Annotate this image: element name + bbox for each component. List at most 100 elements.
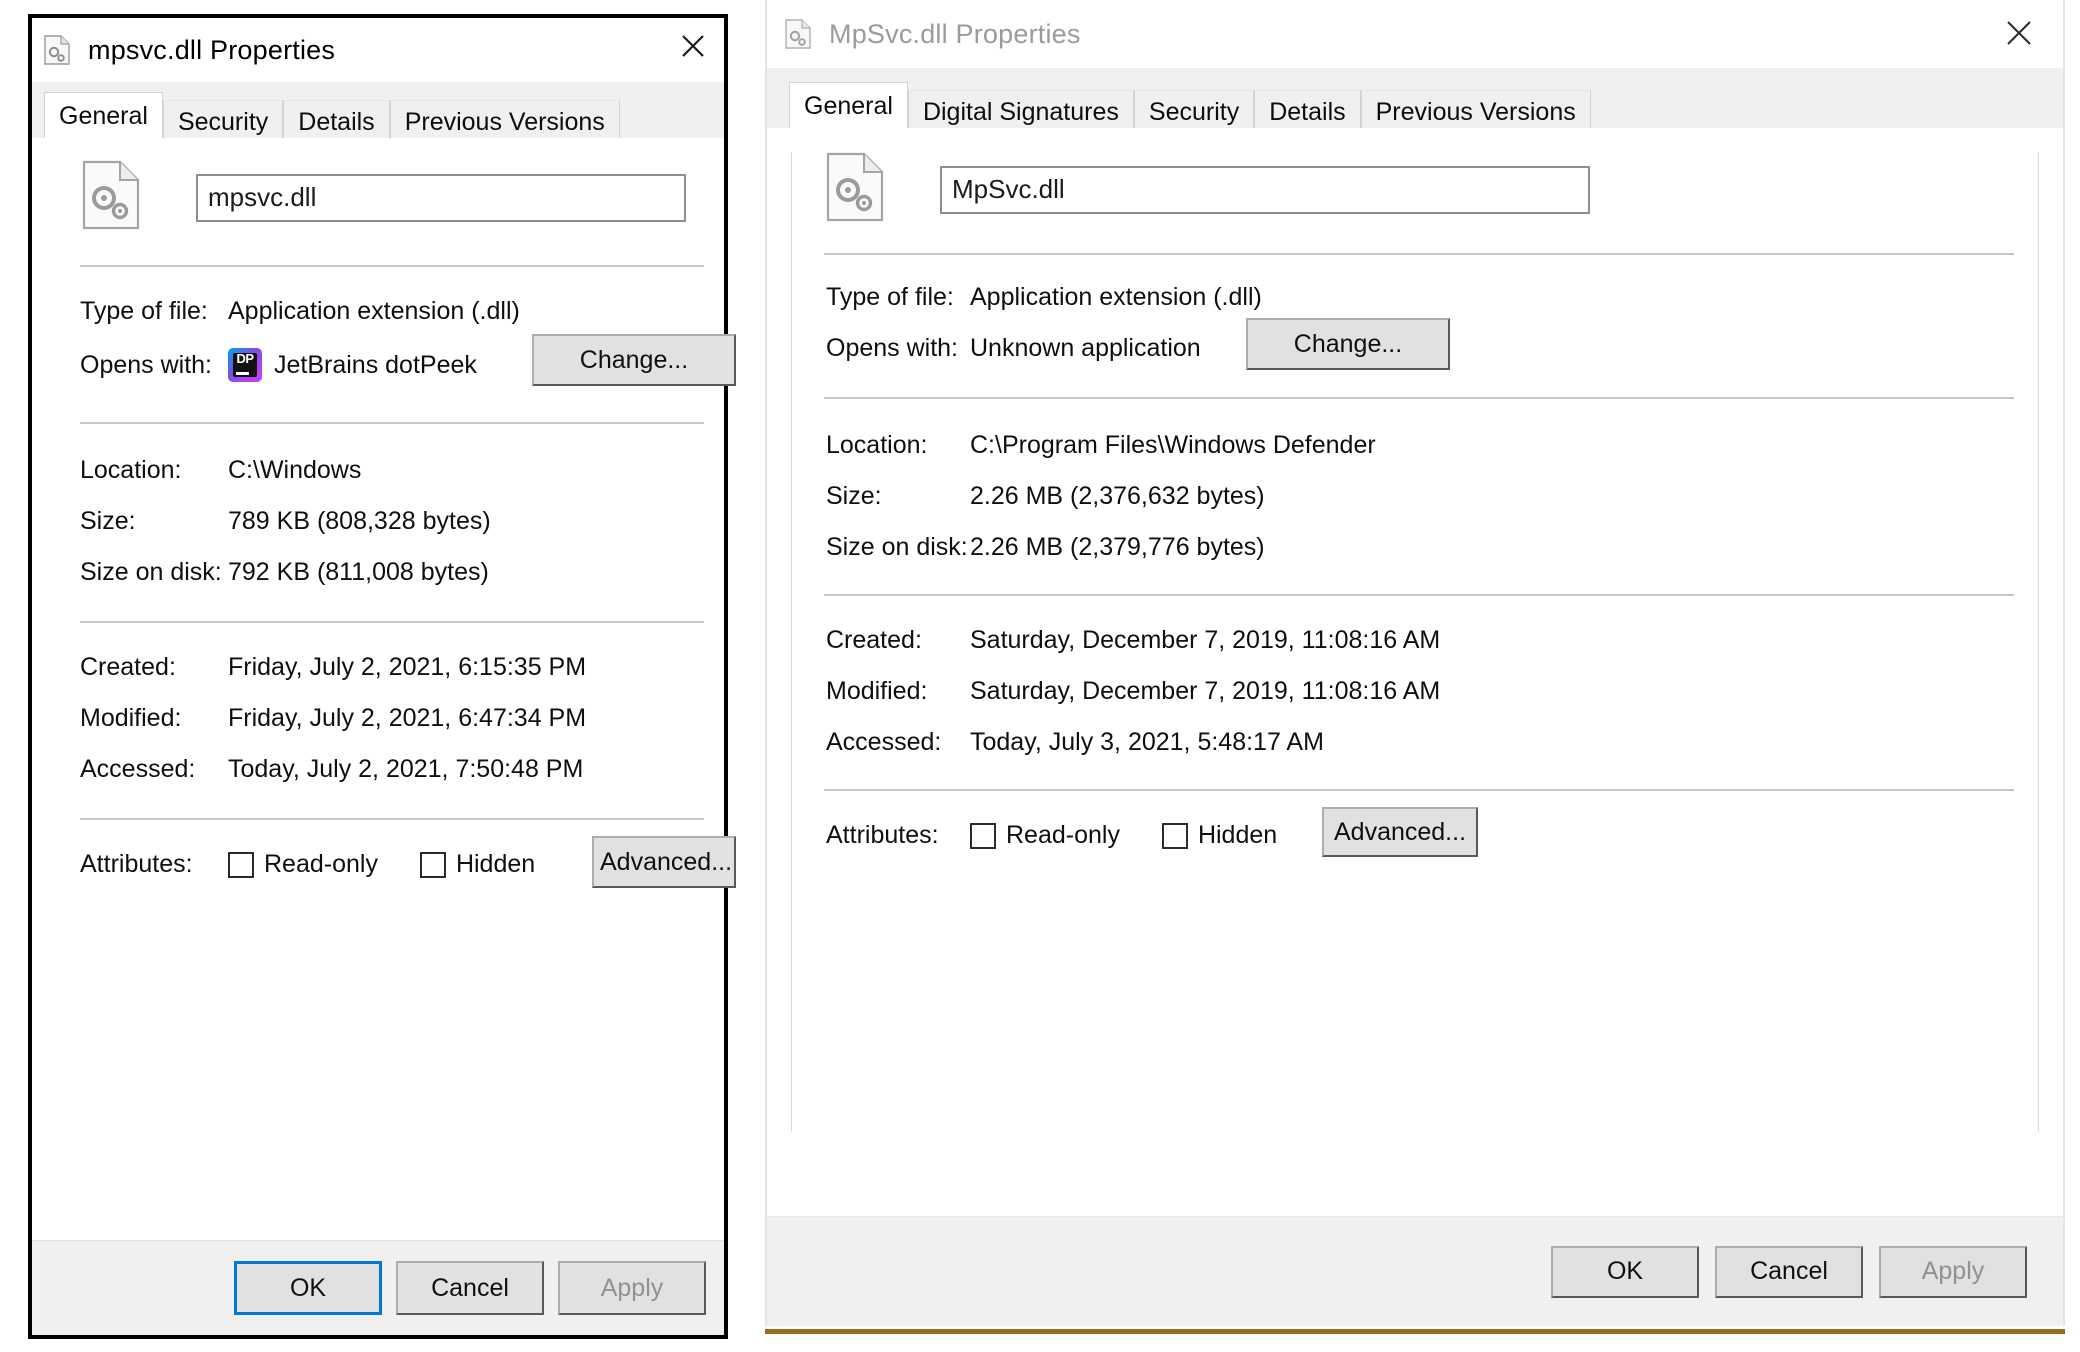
label-accessed: Accessed: xyxy=(826,728,942,756)
label-attributes: Attributes: xyxy=(826,821,939,849)
change-button[interactable]: Change... xyxy=(1246,318,1450,370)
hidden-checkbox[interactable] xyxy=(1161,822,1188,849)
left-tabstrip-wrap: General Security Details Previous Versio… xyxy=(32,82,724,138)
tab-general[interactable]: General xyxy=(789,82,908,128)
mpsvc-defender-properties-dialog: MpSvc.dll Properties General Digital Sig… xyxy=(765,0,2065,1326)
hidden-label: Hidden xyxy=(1197,821,1278,849)
value-size: 789 KB (808,328 bytes) xyxy=(228,507,491,535)
dll-file-icon xyxy=(82,160,140,235)
ok-button[interactable]: OK xyxy=(234,1261,382,1315)
apply-button: Apply xyxy=(1879,1245,2027,1298)
readonly-checkbox-wrap[interactable]: Read-only xyxy=(970,821,1120,850)
readonly-label: Read-only xyxy=(264,850,378,878)
change-button[interactable]: Change... xyxy=(532,334,736,386)
value-accessed: Today, July 3, 2021, 5:48:17 AM xyxy=(970,728,1324,756)
value-size-on-disk: 792 KB (811,008 bytes) xyxy=(228,558,489,586)
row-size-on-disk: Size on disk: 792 KB (811,008 bytes) xyxy=(80,558,700,587)
value-size: 2.26 MB (2,376,632 bytes) xyxy=(970,482,1265,510)
separator-3 xyxy=(80,621,704,623)
value-accessed: Today, July 2, 2021, 7:50:48 PM xyxy=(228,755,584,783)
filename-input[interactable] xyxy=(940,165,1590,214)
separator-4 xyxy=(824,789,2014,791)
row-location: Location: C:\Program Files\Windows Defen… xyxy=(826,431,2038,460)
label-created: Created: xyxy=(80,653,176,681)
apply-button: Apply xyxy=(558,1261,706,1315)
left-footer: OK Cancel Apply xyxy=(32,1240,724,1335)
separator-3 xyxy=(824,594,2014,596)
row-created: Created: Friday, July 2, 2021, 6:15:35 P… xyxy=(80,653,700,682)
tab-security[interactable]: Security xyxy=(162,100,284,138)
value-type-of-file: Application extension (.dll) xyxy=(228,297,520,325)
row-size: Size: 789 KB (808,328 bytes) xyxy=(80,507,700,536)
label-size-on-disk: Size on disk: xyxy=(80,558,222,586)
dll-file-icon xyxy=(785,19,811,49)
right-tabstrip: General Digital Signatures Security Deta… xyxy=(767,82,2063,128)
value-location: C:\Program Files\Windows Defender xyxy=(970,431,1376,459)
hidden-label: Hidden xyxy=(455,850,536,878)
row-type-of-file: Type of file: Application extension (.dl… xyxy=(826,283,2038,312)
ok-button[interactable]: OK xyxy=(1551,1245,1699,1298)
value-type-of-file: Application extension (.dll) xyxy=(970,283,1262,311)
row-attributes: Attributes: Read-only Hidden Advanced... xyxy=(826,807,2038,857)
separator-2 xyxy=(80,422,704,424)
row-accessed: Accessed: Today, July 2, 2021, 7:50:48 P… xyxy=(80,755,700,784)
separator-1 xyxy=(824,253,2014,255)
right-dialog-title: MpSvc.dll Properties xyxy=(829,18,1081,49)
hidden-checkbox[interactable] xyxy=(419,851,446,878)
label-opens-with: Opens with: xyxy=(80,350,213,379)
label-size: Size: xyxy=(80,507,136,535)
dll-file-icon xyxy=(44,35,70,65)
close-icon[interactable] xyxy=(1989,6,2049,60)
hidden-checkbox-wrap[interactable]: Hidden xyxy=(1161,821,1278,850)
cancel-button[interactable]: Cancel xyxy=(1715,1245,1863,1298)
bottom-accent-bar xyxy=(765,1329,2065,1334)
value-opens-with: Unknown application xyxy=(970,334,1201,362)
cancel-button[interactable]: Cancel xyxy=(396,1261,544,1315)
left-general-page: Type of file: Application extension (.dl… xyxy=(32,160,736,1220)
tab-filler xyxy=(1590,90,2063,128)
filename-input[interactable] xyxy=(196,173,686,222)
label-size: Size: xyxy=(826,482,882,510)
value-location: C:\Windows xyxy=(228,456,362,484)
row-created: Created: Saturday, December 7, 2019, 11:… xyxy=(826,626,2038,655)
dotpeek-icon: DP xyxy=(228,348,262,382)
label-modified: Modified: xyxy=(826,677,928,705)
tab-filler xyxy=(619,100,724,138)
row-attributes: Attributes: Read-only Hidden Advanced... xyxy=(80,836,736,888)
hidden-checkbox-wrap[interactable]: Hidden xyxy=(419,850,536,879)
row-opens-with: Opens with: DP JetBrains dotPeek Change.… xyxy=(80,334,736,386)
value-created: Friday, July 2, 2021, 6:15:35 PM xyxy=(228,653,587,681)
label-created: Created: xyxy=(826,626,922,654)
label-size-on-disk: Size on disk: xyxy=(826,533,968,561)
tab-previous-versions[interactable]: Previous Versions xyxy=(1360,90,1591,128)
left-filename-row xyxy=(56,160,700,235)
advanced-button[interactable]: Advanced... xyxy=(1322,807,1478,857)
row-accessed: Accessed: Today, July 3, 2021, 5:48:17 A… xyxy=(826,728,2038,757)
tab-general[interactable]: General xyxy=(44,92,163,138)
left-tabstrip: General Security Details Previous Versio… xyxy=(32,92,724,138)
row-modified: Modified: Friday, July 2, 2021, 6:47:34 … xyxy=(80,704,700,733)
label-type-of-file: Type of file: xyxy=(80,297,208,325)
tab-security[interactable]: Security xyxy=(1133,90,1255,128)
tab-details[interactable]: Details xyxy=(283,100,390,138)
right-filename-row xyxy=(796,152,2038,227)
readonly-checkbox[interactable] xyxy=(228,851,254,878)
tab-previous-versions[interactable]: Previous Versions xyxy=(389,100,620,138)
label-location: Location: xyxy=(826,431,928,459)
readonly-checkbox-wrap[interactable]: Read-only xyxy=(228,850,378,879)
right-tabstrip-wrap: General Digital Signatures Security Deta… xyxy=(767,68,2063,128)
advanced-button[interactable]: Advanced... xyxy=(592,836,736,888)
separator-4 xyxy=(80,818,704,820)
label-location: Location: xyxy=(80,456,182,484)
value-opens-with: JetBrains dotPeek xyxy=(274,350,477,379)
value-modified: Friday, July 2, 2021, 6:47:34 PM xyxy=(228,704,587,732)
label-type-of-file: Type of file: xyxy=(826,283,954,311)
tab-digital-signatures[interactable]: Digital Signatures xyxy=(907,90,1134,128)
value-modified: Saturday, December 7, 2019, 11:08:16 AM xyxy=(970,677,1441,705)
separator-2 xyxy=(824,397,2014,399)
mpsvc-properties-dialog: mpsvc.dll Properties General Security De… xyxy=(28,14,736,1339)
readonly-checkbox[interactable] xyxy=(970,822,996,849)
separator-1 xyxy=(80,265,704,267)
tab-details[interactable]: Details xyxy=(1254,90,1361,128)
close-icon[interactable] xyxy=(662,18,724,74)
